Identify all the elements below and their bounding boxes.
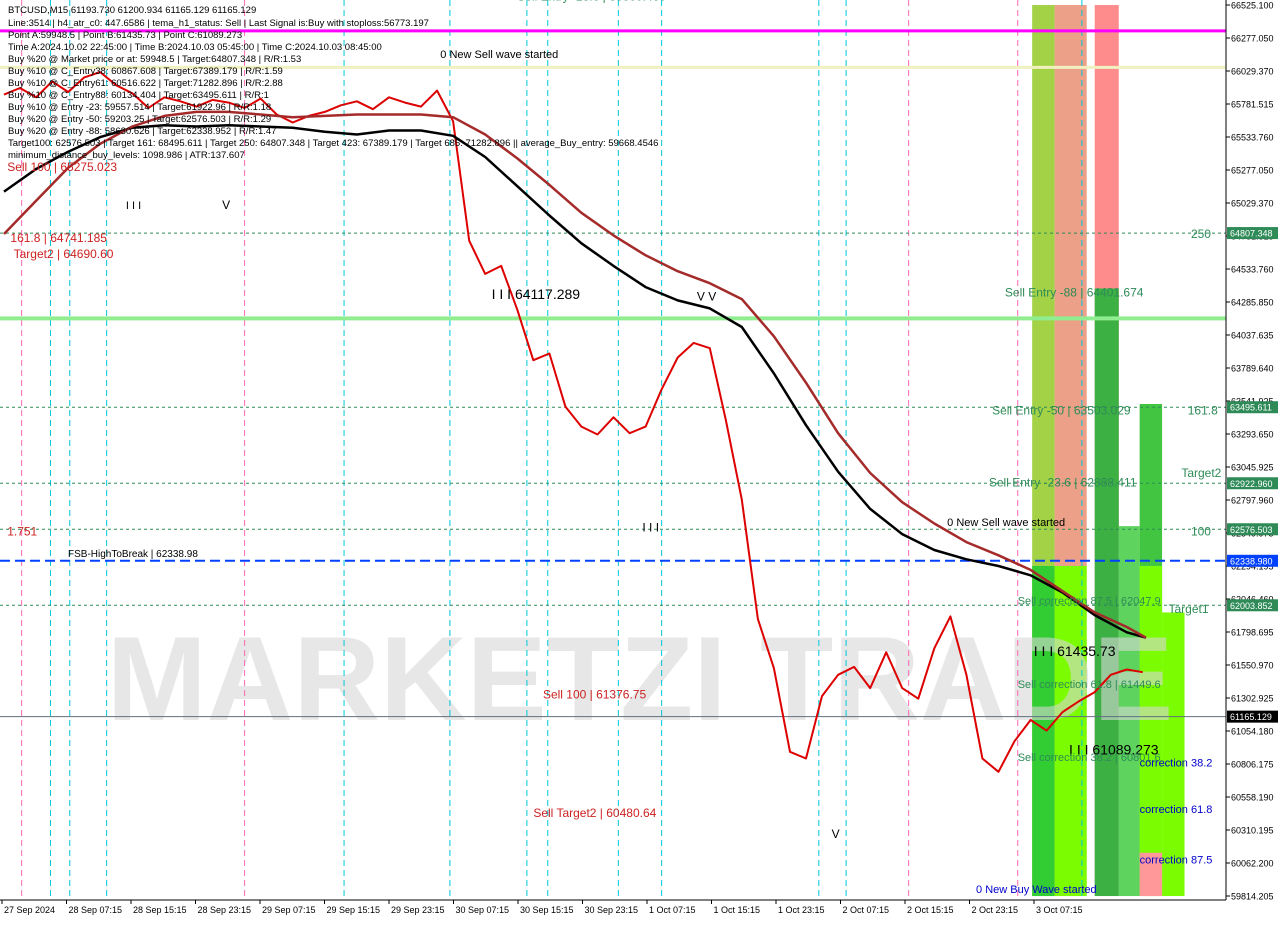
time-tick-label: 1 Oct 15:15: [714, 905, 761, 915]
chart-annotation: I I I 61435.73: [1034, 643, 1116, 659]
price-tick-label: 61302.925: [1231, 694, 1274, 704]
price-tick-label: 65029.370: [1231, 199, 1274, 209]
price-tick-label: 65781.515: [1231, 100, 1274, 110]
time-tick-label: 30 Sep 15:15: [520, 905, 574, 915]
time-tick-label: 2 Oct 23:15: [972, 905, 1019, 915]
time-tick-label: 28 Sep 07:15: [69, 905, 123, 915]
price-axis: 66525.100 66277.050 66029.370 65781.515 6553…: [1226, 0, 1280, 920]
price-tick-label: 65533.760: [1231, 133, 1274, 143]
chart-annotation: Target1: [1169, 602, 1209, 616]
info-line: Buy %20 @ Market price or at: 59948.5 | …: [8, 54, 301, 65]
price-tick-label: 60806.175: [1231, 760, 1274, 770]
chart-annotation: correction 61.8: [1140, 804, 1213, 816]
watermark: MARKETZI TRADE: [107, 612, 1174, 746]
chart-annotation: Sell 100 | 61376.75: [543, 688, 647, 702]
price-tag-label: 62576.503: [1230, 525, 1273, 535]
info-line: Line:3514 | h4_atr_c0: 447.6586 | tema_h…: [8, 18, 429, 29]
time-tick-label: 30 Sep 23:15: [585, 905, 639, 915]
chart-annotation: Sell correction 61.8 | 61449.6: [1018, 679, 1161, 691]
price-tick-label: 66277.050: [1231, 34, 1274, 44]
price-chart[interactable]: MARKETZI TRADE FSB-HighToBreak | 62338.9…: [0, 0, 1280, 920]
time-tick-label: 1 Oct 23:15: [778, 905, 825, 915]
price-tag-label: 64807.348: [1230, 229, 1273, 239]
chart-annotation: 0 New Sell wave started: [947, 517, 1065, 529]
fsb-level-label: FSB-HighToBreak | 62338.98: [68, 549, 198, 560]
chart-annotation: I I I: [126, 200, 141, 212]
chart-annotation: 161.8: [1188, 404, 1218, 418]
price-tick-label: 64037.635: [1231, 331, 1274, 341]
price-tick-label: 62797.960: [1231, 496, 1274, 506]
price-tick-label: 66029.370: [1231, 67, 1274, 77]
chart-annotation: I I I 64117.289: [492, 286, 581, 302]
chart-annotation: V: [832, 827, 840, 841]
time-tick-label: 3 Oct 07:15: [1036, 905, 1083, 915]
price-tag-label: 62922.960: [1230, 479, 1273, 489]
price-tick-label: 64285.850: [1231, 298, 1274, 308]
time-tick-label: 29 Sep 07:15: [262, 905, 316, 915]
price-tag-label: 61165.129: [1230, 712, 1272, 722]
price-tick-label: 60310.195: [1231, 826, 1274, 836]
chart-annotation: 100: [1191, 524, 1211, 538]
chart-annotation: 0 New Sell wave started: [440, 49, 558, 61]
chart-annotation: 1.751: [7, 524, 37, 538]
price-tick-label: 63045.925: [1231, 463, 1274, 473]
chart-annotation: 0 New Buy Wave started: [976, 884, 1097, 896]
chart-annotation: 161.8 | 64741.185: [10, 231, 107, 245]
time-tick-label: 2 Oct 15:15: [907, 905, 954, 915]
price-tick-label: 59814.205: [1231, 892, 1274, 902]
chart-annotation: Sell Target2 | 60480.64: [533, 806, 656, 820]
time-tick-label: 1 Oct 07:15: [649, 905, 696, 915]
chart-annotation: Sell Entry -23.6 | 62888.411: [989, 475, 1137, 489]
info-line: Buy %20 @ Entry -88: 58630.626 | Target:…: [8, 126, 276, 137]
chart-annotation: Target2 | 64690.60: [14, 247, 114, 261]
chart-annotation: Sell 100 | 65275.023: [7, 160, 117, 174]
info-line: minimum_distance_buy_levels: 1098.986 | …: [8, 150, 245, 161]
price-tick-label: 65277.050: [1231, 166, 1274, 176]
chart-annotation: V V: [697, 289, 716, 303]
time-tick-label: 30 Sep 07:15: [456, 905, 510, 915]
time-tick-label: 2 Oct 07:15: [843, 905, 890, 915]
time-tick-label: 29 Sep 15:15: [327, 905, 381, 915]
price-tick-label: 60062.200: [1231, 859, 1274, 869]
price-tick-label: 64533.760: [1231, 265, 1274, 275]
price-tick-label: 63789.640: [1231, 364, 1274, 374]
time-tick-label: 28 Sep 15:15: [133, 905, 187, 915]
info-line: Buy %10 @ C_Entry38: 60867.608 | Target:…: [8, 66, 283, 77]
chart-annotation: Sell Entry -23.6 | 66600.460: [517, 0, 666, 3]
chart-annotation: Sell Entry -88 | 64401.674: [1005, 285, 1144, 299]
time-tick-label: 28 Sep 23:15: [198, 905, 252, 915]
info-line: Point A:59948.5 | Point B:61435.73 | Poi…: [8, 30, 242, 41]
price-tick-label: 61798.695: [1231, 628, 1274, 638]
chart-annotation: correction 38.2: [1140, 757, 1213, 769]
time-tick-label: 27 Sep 2024: [4, 905, 55, 915]
price-tick-label: 61054.180: [1231, 727, 1274, 737]
info-line: Target100: 62576.503 | Target 161: 68495…: [8, 138, 658, 149]
info-line: Buy %10 @ Entry -23: 59557.514 | Target:…: [8, 102, 271, 113]
price-tick-label: 63293.650: [1231, 430, 1274, 440]
symbol-line: BTCUSD,M15 61193.730 61200.934 61165.129…: [8, 5, 256, 16]
chart-annotation: Sell Entry -50 | 63503.029: [992, 404, 1131, 418]
svg-text:MARKETZI TRADE: MARKETZI TRADE: [107, 612, 1174, 746]
price-tick-label: 66525.100: [1231, 1, 1274, 11]
signal-zone: [1094, 288, 1119, 897]
info-line: Time A:2024.10.02 22:45:00 | Time B:2024…: [8, 42, 382, 53]
chart-annotation: Target2: [1181, 466, 1221, 480]
price-tag-label: 63495.611: [1230, 403, 1272, 413]
chart-annotation: 250: [1191, 227, 1211, 241]
chart-annotation: I I I: [642, 520, 659, 534]
chart-root: MARKETZI TRADE FSB-HighToBreak | 62338.9…: [0, 0, 1280, 920]
info-line: Buy %10 @ C_Entry88: 60134.404 | Target:…: [8, 90, 269, 101]
price-tick-label: 61550.970: [1231, 661, 1274, 671]
chart-annotation: Sell correction 87.5 | 62047.9: [1018, 595, 1161, 607]
info-line: Buy %20 @ Entry -50: 59203.25 | Target:6…: [8, 114, 271, 125]
info-line: Buy %10 @ C_Entry61: 60516.622 | Target:…: [8, 78, 283, 89]
time-tick-label: 29 Sep 23:15: [391, 905, 445, 915]
chart-annotation: V: [222, 198, 230, 212]
price-tick-label: 60558.190: [1231, 793, 1274, 803]
chart-annotation: correction 87.5: [1140, 854, 1213, 866]
price-tag-label: 62338.980: [1230, 556, 1273, 566]
price-tag-label: 62003.852: [1230, 601, 1273, 611]
